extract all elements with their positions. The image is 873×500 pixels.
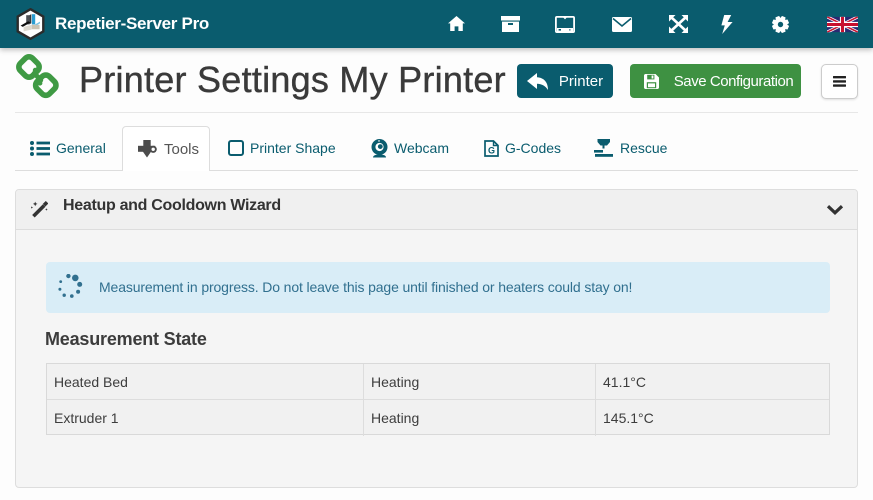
svg-text:G: G (488, 145, 495, 155)
